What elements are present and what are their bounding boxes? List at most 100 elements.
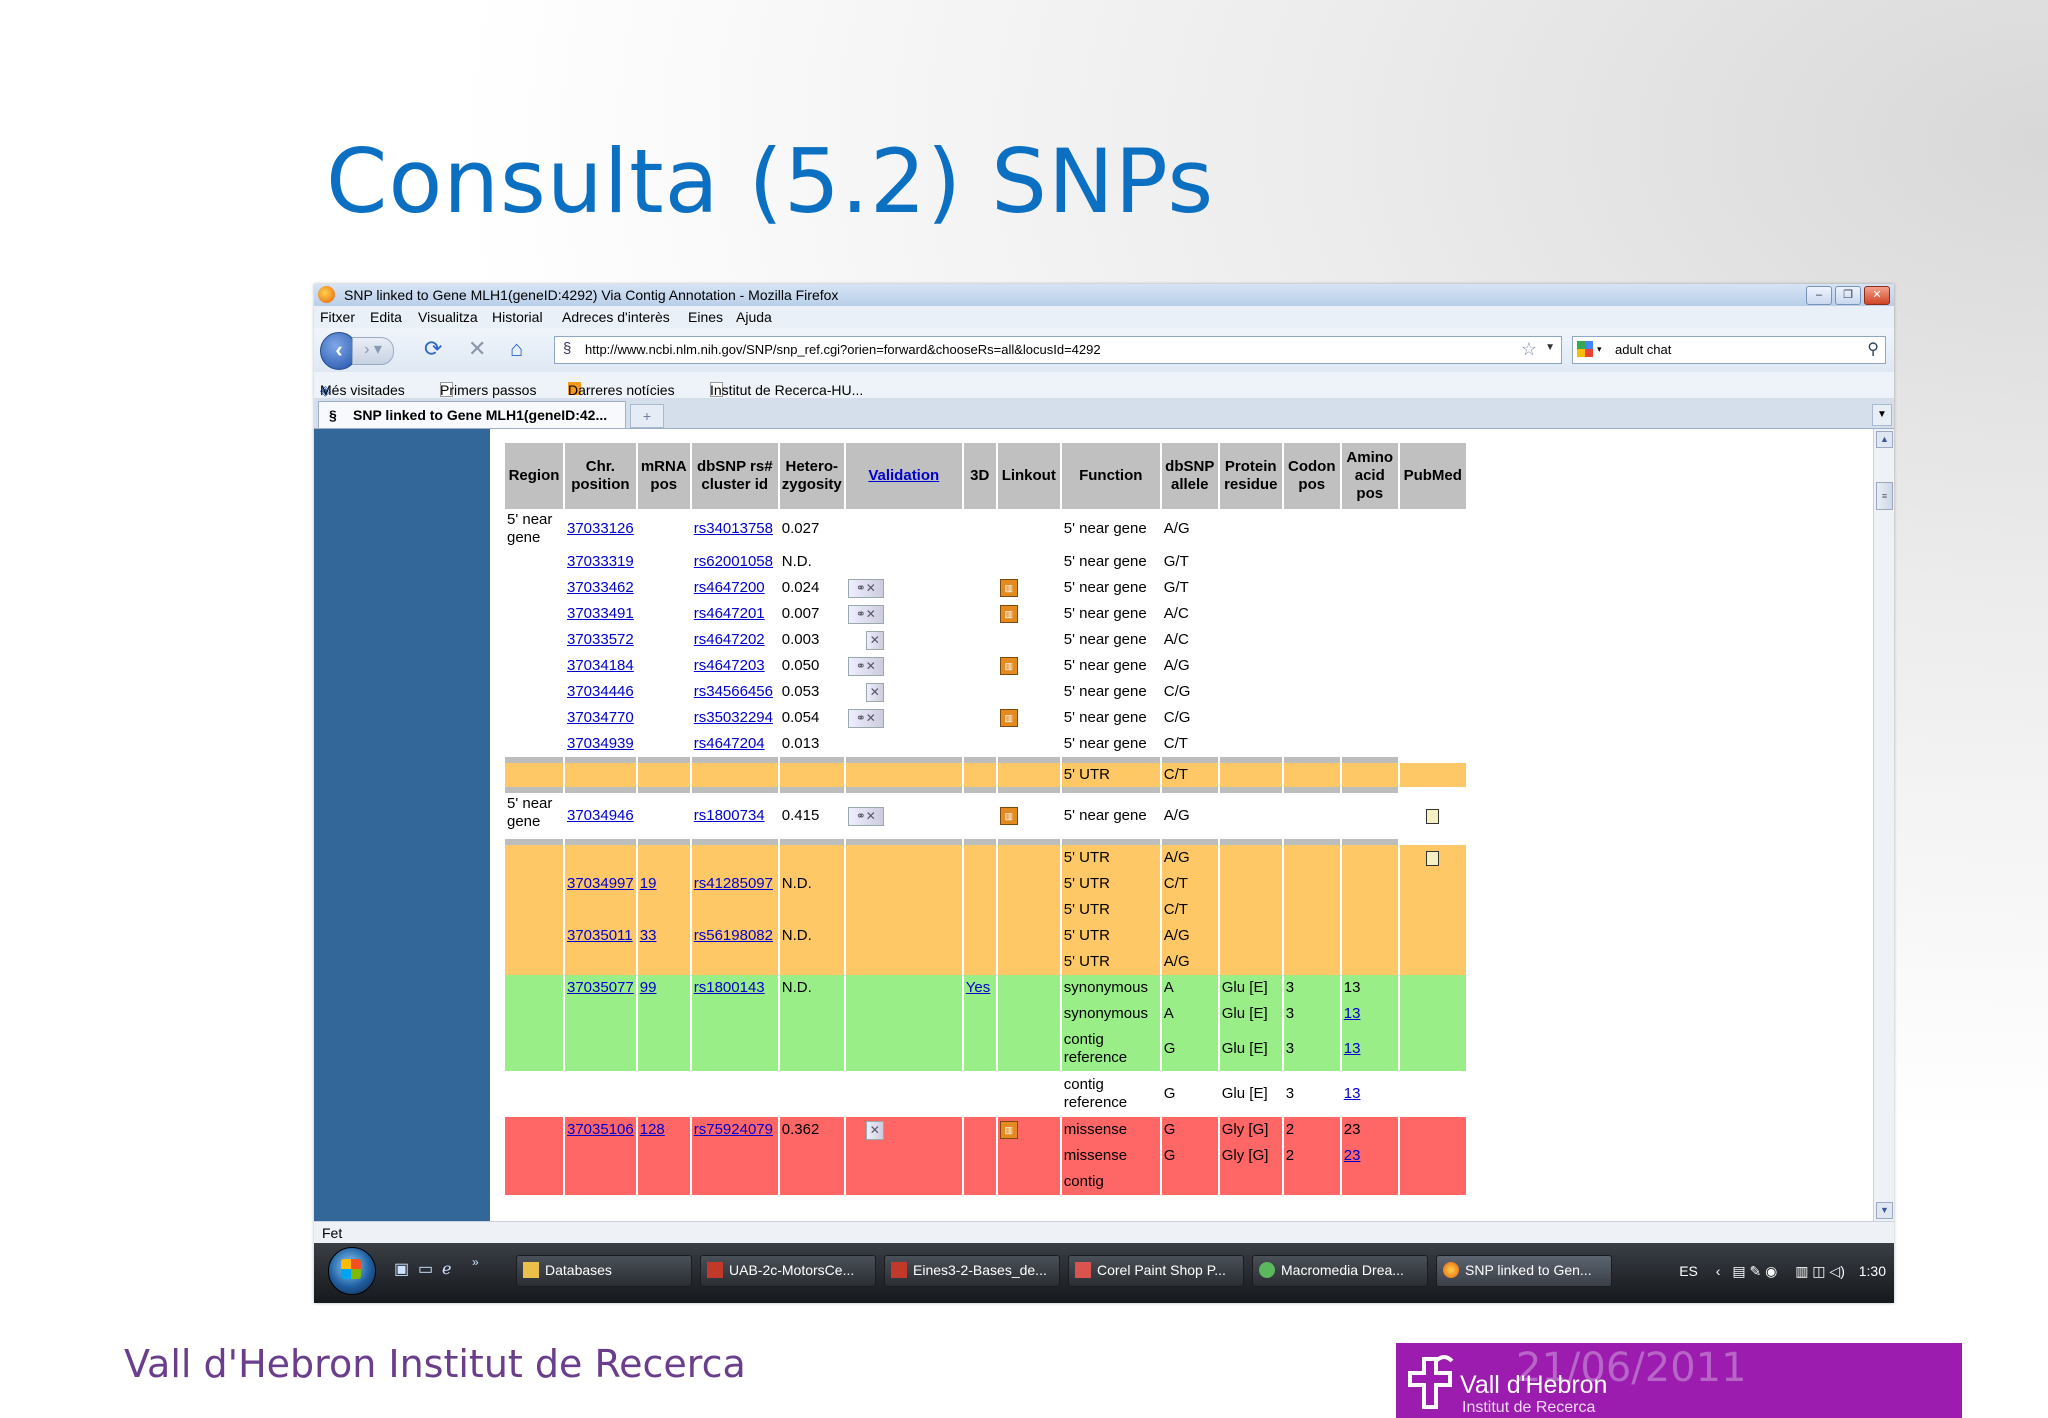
pubmed-cell <box>1399 1169 1466 1195</box>
menu-visualitza[interactable]: Visualitza <box>418 309 478 325</box>
taskbar-item-uab[interactable]: UAB-2c-MotorsCe... <box>700 1255 876 1287</box>
rs-cell-link[interactable]: rs41285097 <box>694 875 773 892</box>
validation-single-icon[interactable]: ✕ <box>865 682 884 702</box>
chr-position-cell-link[interactable]: 37034446 <box>567 683 634 700</box>
linkout-icon[interactable]: ▥ <box>999 605 1018 624</box>
validation-icon[interactable]: ⚭✕ <box>847 578 884 598</box>
language-indicator[interactable]: ES <box>1679 1263 1698 1279</box>
minimize-button[interactable]: – <box>1806 286 1832 305</box>
linkout-icon[interactable]: ▥ <box>999 1121 1018 1140</box>
chr-position-cell-link[interactable]: 37033462 <box>567 579 634 596</box>
mrna-pos-cell-link[interactable]: 99 <box>640 979 657 996</box>
threed-cell-link[interactable]: Yes <box>966 979 990 996</box>
rs-cell-link[interactable]: rs4647202 <box>694 631 765 648</box>
aa-cell-link[interactable]: 13 <box>1344 1040 1361 1057</box>
rs-cell-link[interactable]: rs56198082 <box>694 927 773 944</box>
validation-icon[interactable]: ⚭✕ <box>847 604 884 624</box>
site-identity-icon[interactable]: § <box>563 340 571 357</box>
menu-eines[interactable]: Eines <box>688 309 723 325</box>
tray-expand-icon[interactable]: ‹ <box>1716 1263 1721 1279</box>
validation-single-icon[interactable]: ✕ <box>865 1120 884 1140</box>
aa-cell-link[interactable]: 23 <box>1344 1147 1361 1164</box>
new-tab-button[interactable]: + <box>630 404 664 428</box>
tab-list-button[interactable]: ▼ <box>1872 404 1892 426</box>
taskbar-item-firefox[interactable]: SNP linked to Gen... <box>1436 1255 1612 1287</box>
rs-cell-link[interactable]: rs4647203 <box>694 657 765 674</box>
menu-ajuda[interactable]: Ajuda <box>736 309 772 325</box>
start-button[interactable] <box>328 1247 376 1295</box>
rs-cell-link[interactable]: rs75924079 <box>694 1121 773 1138</box>
url-dropdown-icon[interactable]: ▼ <box>1545 342 1555 353</box>
chr-position-cell-link[interactable]: 37035106 <box>567 1121 634 1138</box>
taskbar-item-macromedia[interactable]: Macromedia Drea... <box>1252 1255 1428 1287</box>
rs-cell-link[interactable]: rs1800734 <box>694 807 765 824</box>
pubmed-icon[interactable] <box>1426 808 1440 824</box>
google-icon[interactable] <box>1577 341 1593 357</box>
mrna-pos-cell-link[interactable]: 128 <box>640 1121 665 1138</box>
taskbar-item-eines3[interactable]: Eines3-2-Bases_de... <box>884 1255 1060 1287</box>
taskbar-item-databases[interactable]: Databases <box>516 1255 692 1287</box>
scroll-thumb[interactable]: ≡ <box>1876 482 1893 510</box>
menu-adreces[interactable]: Adreces d'interès <box>562 309 670 325</box>
search-engine-dropdown-icon[interactable]: ▾ <box>1597 344 1602 355</box>
validation-icon[interactable]: ⚭✕ <box>847 656 884 676</box>
chr-position-cell-link[interactable]: 37035011 <box>567 927 633 944</box>
scroll-down-button[interactable]: ▼ <box>1876 1202 1893 1219</box>
maximize-button[interactable]: ❐ <box>1835 286 1861 305</box>
tray-icons[interactable]: ▤ ✎ ◉ <box>1732 1263 1777 1279</box>
chr-position-cell-link[interactable]: 37034946 <box>567 807 634 824</box>
close-button[interactable]: ✕ <box>1864 286 1890 305</box>
search-bar[interactable]: ▾ adult chat ⚲ <box>1572 336 1886 364</box>
rs-cell-link[interactable]: rs34566456 <box>694 683 773 700</box>
chr-position-cell-link[interactable]: 37034997 <box>567 875 634 892</box>
tab-snp-linked[interactable]: § SNP linked to Gene MLH1(geneID:42... <box>318 401 626 428</box>
rs-cell-link[interactable]: rs4647200 <box>694 579 765 596</box>
chr-position-cell-link[interactable]: 37033491 <box>567 605 634 622</box>
validation-single-icon[interactable]: ✕ <box>865 630 884 650</box>
quicklaunch-overflow-icon[interactable]: » <box>472 1255 479 1269</box>
stop-icon[interactable]: ✕ <box>468 338 486 360</box>
mrna-pos-cell-link[interactable]: 33 <box>640 927 657 944</box>
linkout-icon[interactable]: ▥ <box>999 579 1018 598</box>
linkout-icon[interactable]: ▥ <box>999 807 1018 826</box>
rs-cell-link[interactable]: rs4647201 <box>694 605 765 622</box>
aa-cell-link[interactable]: 13 <box>1344 1085 1361 1102</box>
clock[interactable]: 1:30 <box>1859 1263 1886 1279</box>
scroll-up-button[interactable]: ▲ <box>1876 431 1893 448</box>
menu-historial[interactable]: Historial <box>492 309 543 325</box>
rs-cell-link[interactable]: rs4647204 <box>694 735 765 752</box>
validation-icon[interactable]: ⚭✕ <box>847 708 884 728</box>
chr-position-cell-link[interactable]: 37035077 <box>567 979 634 996</box>
forward-button[interactable]: › ▾ <box>352 337 394 365</box>
switch-windows-icon[interactable]: ▭ <box>418 1259 433 1279</box>
chr-position-cell-link[interactable]: 37034184 <box>567 657 634 674</box>
url-bar[interactable]: § http://www.ncbi.nlm.nih.gov/SNP/snp_re… <box>554 336 1562 364</box>
chr-position-cell-link[interactable]: 37033319 <box>567 553 634 570</box>
menu-fitxer[interactable]: Fitxer <box>320 309 355 325</box>
mrna-pos-cell-link[interactable]: 19 <box>640 875 657 892</box>
chr-position-cell-link[interactable]: 37034770 <box>567 709 634 726</box>
chr-position-cell-link[interactable]: 37033572 <box>567 631 634 648</box>
rs-cell-link[interactable]: rs35032294 <box>694 709 773 726</box>
bookmark-star-icon[interactable]: ☆ <box>1521 339 1537 360</box>
pubmed-icon[interactable] <box>1426 850 1440 866</box>
show-desktop-icon[interactable]: ▣ <box>394 1259 409 1279</box>
internet-explorer-icon[interactable]: ℯ <box>442 1259 451 1279</box>
aa-cell-link[interactable]: 13 <box>1344 1005 1361 1022</box>
network-volume-icons[interactable]: ▥ ◫ ◁) <box>1795 1263 1845 1279</box>
linkout-icon[interactable]: ▥ <box>999 657 1018 676</box>
rs-cell-link[interactable]: rs62001058 <box>694 553 773 570</box>
chr-position-cell-link[interactable]: 37034939 <box>567 735 634 752</box>
reload-icon[interactable]: ⟳ <box>424 338 442 360</box>
home-icon[interactable]: ⌂ <box>510 338 523 360</box>
search-icon[interactable]: ⚲ <box>1867 339 1879 359</box>
chr-position-cell-link[interactable]: 37033126 <box>567 520 634 537</box>
taskbar-item-corel[interactable]: Corel Paint Shop P... <box>1068 1255 1244 1287</box>
validation-icon[interactable]: ⚭✕ <box>847 806 884 826</box>
linkout-icon[interactable]: ▥ <box>999 709 1018 728</box>
rs-cell-link[interactable]: rs34013758 <box>694 520 773 537</box>
validation-link[interactable]: Validation <box>868 467 939 484</box>
vertical-scrollbar[interactable]: ▲ ≡ ▼ <box>1873 429 1894 1221</box>
menu-edita[interactable]: Edita <box>370 309 402 325</box>
rs-cell-link[interactable]: rs1800143 <box>694 979 765 996</box>
